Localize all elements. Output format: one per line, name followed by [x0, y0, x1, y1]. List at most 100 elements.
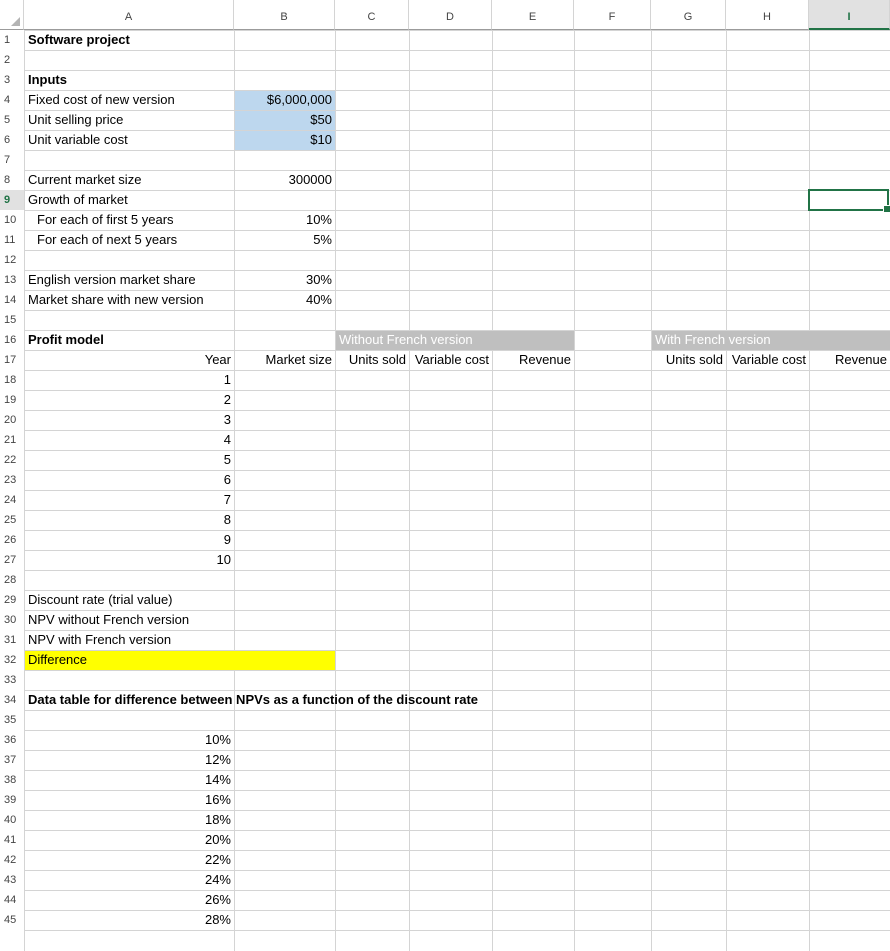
col-units-sold-header[interactable]: Units sold — [335, 350, 409, 370]
unit-var-cost-label[interactable]: Unit variable cost — [24, 130, 128, 150]
row-header[interactable]: 45 — [0, 910, 24, 930]
row-header[interactable]: 28 — [0, 570, 24, 590]
col-year-header[interactable]: Year — [24, 350, 234, 370]
column-header-f[interactable]: F — [574, 0, 651, 30]
row-header[interactable]: 33 — [0, 670, 24, 690]
row-header[interactable]: 12 — [0, 250, 24, 270]
row-header[interactable]: 6 — [0, 130, 24, 150]
difference-label[interactable]: Difference — [24, 650, 87, 670]
discount-rate-cell[interactable]: 22% — [24, 850, 234, 870]
discount-rate-cell[interactable]: 28% — [24, 910, 234, 930]
row-header[interactable]: 30 — [0, 610, 24, 630]
english-share-value[interactable]: 30% — [234, 270, 335, 290]
discount-rate-cell[interactable]: 14% — [24, 770, 234, 790]
year-cell[interactable]: 10 — [24, 550, 234, 570]
row-header[interactable]: 22 — [0, 450, 24, 470]
row-header[interactable]: 3 — [0, 70, 24, 90]
row-header[interactable]: 36 — [0, 730, 24, 750]
col-variable-cost-header[interactable]: Variable cost — [726, 350, 809, 370]
row-header[interactable]: 7 — [0, 150, 24, 170]
next5-value[interactable]: 5% — [234, 230, 335, 250]
fixed-cost-label[interactable]: Fixed cost of new version — [24, 90, 175, 110]
row-header[interactable]: 9 — [0, 190, 24, 210]
row-header[interactable]: 35 — [0, 710, 24, 730]
year-cell[interactable]: 4 — [24, 430, 234, 450]
row-header[interactable]: 41 — [0, 830, 24, 850]
with-french-header[interactable]: With French version — [651, 330, 771, 350]
row-header[interactable]: 32 — [0, 650, 24, 670]
new-share-label[interactable]: Market share with new version — [24, 290, 204, 310]
row-header[interactable]: 39 — [0, 790, 24, 810]
discount-rate-cell[interactable]: 16% — [24, 790, 234, 810]
col-revenue-header[interactable]: Revenue — [492, 350, 574, 370]
row-header[interactable]: 26 — [0, 530, 24, 550]
discount-rate-cell[interactable]: 18% — [24, 810, 234, 830]
row-header[interactable]: 34 — [0, 690, 24, 710]
col-variable-cost-header[interactable]: Variable cost — [409, 350, 492, 370]
npv-with-label[interactable]: NPV with French version — [24, 630, 171, 650]
row-header[interactable]: 43 — [0, 870, 24, 890]
without-french-header[interactable]: Without French version — [335, 330, 473, 350]
row-header[interactable]: 21 — [0, 430, 24, 450]
discount-rate-cell[interactable]: 20% — [24, 830, 234, 850]
next5-label[interactable]: For each of next 5 years — [24, 230, 177, 250]
row-header[interactable]: 17 — [0, 350, 24, 370]
year-cell[interactable]: 5 — [24, 450, 234, 470]
column-header-i[interactable]: I — [809, 0, 890, 30]
first5-value[interactable]: 10% — [234, 210, 335, 230]
unit-price-value[interactable]: $50 — [234, 110, 335, 130]
col-market-size-header[interactable]: Market size — [234, 350, 335, 370]
spreadsheet[interactable]: A B C D E F G H I 1 2 3 4 5 6 7 8 9 10 11 12 13 14 15 1… — [0, 0, 890, 951]
year-cell[interactable]: 6 — [24, 470, 234, 490]
market-size-label[interactable]: Current market size — [24, 170, 141, 190]
row-header[interactable]: 20 — [0, 410, 24, 430]
market-size-value[interactable]: 300000 — [234, 170, 335, 190]
row-header[interactable]: 27 — [0, 550, 24, 570]
year-cell[interactable]: 3 — [24, 410, 234, 430]
column-header-d[interactable]: D — [409, 0, 492, 30]
row-header[interactable]: 18 — [0, 370, 24, 390]
fill-handle[interactable] — [883, 205, 890, 213]
discount-rate-label[interactable]: Discount rate (trial value) — [24, 590, 173, 610]
year-cell[interactable]: 8 — [24, 510, 234, 530]
year-cell[interactable]: 7 — [24, 490, 234, 510]
row-header[interactable]: 8 — [0, 170, 24, 190]
discount-rate-cell[interactable]: 10% — [24, 730, 234, 750]
unit-price-label[interactable]: Unit selling price — [24, 110, 123, 130]
year-cell[interactable]: 1 — [24, 370, 234, 390]
data-table-heading[interactable]: Data table for difference between NPVs a… — [24, 690, 478, 710]
discount-rate-cell[interactable]: 24% — [24, 870, 234, 890]
fixed-cost-value[interactable]: $6,000,000 — [234, 90, 335, 110]
row-header[interactable]: 13 — [0, 270, 24, 290]
year-cell[interactable]: 2 — [24, 390, 234, 410]
column-header-c[interactable]: C — [335, 0, 409, 30]
row-header[interactable]: 24 — [0, 490, 24, 510]
column-header-b[interactable]: B — [234, 0, 335, 30]
unit-var-cost-value[interactable]: $10 — [234, 130, 335, 150]
row-header[interactable]: 15 — [0, 310, 24, 330]
row-header[interactable]: 5 — [0, 110, 24, 130]
row-header[interactable]: 44 — [0, 890, 24, 910]
column-header-a[interactable]: A — [24, 0, 234, 30]
column-header-h[interactable]: H — [726, 0, 809, 30]
row-header[interactable]: 42 — [0, 850, 24, 870]
row-header[interactable]: 16 — [0, 330, 24, 350]
col-revenue-header[interactable]: Revenue — [809, 350, 890, 370]
discount-rate-cell[interactable]: 26% — [24, 890, 234, 910]
first5-label[interactable]: For each of first 5 years — [24, 210, 174, 230]
column-header-g[interactable]: G — [651, 0, 726, 30]
column-header-e[interactable]: E — [492, 0, 574, 30]
english-share-label[interactable]: English version market share — [24, 270, 196, 290]
profit-model-heading[interactable]: Profit model — [24, 330, 104, 350]
row-header[interactable]: 1 — [0, 30, 24, 50]
active-cell-selection[interactable] — [808, 189, 890, 213]
col-units-sold-header[interactable]: Units sold — [651, 350, 726, 370]
row-header[interactable]: 2 — [0, 50, 24, 70]
inputs-heading[interactable]: Inputs — [24, 70, 67, 90]
row-header[interactable]: 38 — [0, 770, 24, 790]
growth-label[interactable]: Growth of market — [24, 190, 128, 210]
row-header[interactable]: 10 — [0, 210, 24, 230]
row-header[interactable]: 31 — [0, 630, 24, 650]
discount-rate-cell[interactable]: 12% — [24, 750, 234, 770]
row-header[interactable]: 19 — [0, 390, 24, 410]
